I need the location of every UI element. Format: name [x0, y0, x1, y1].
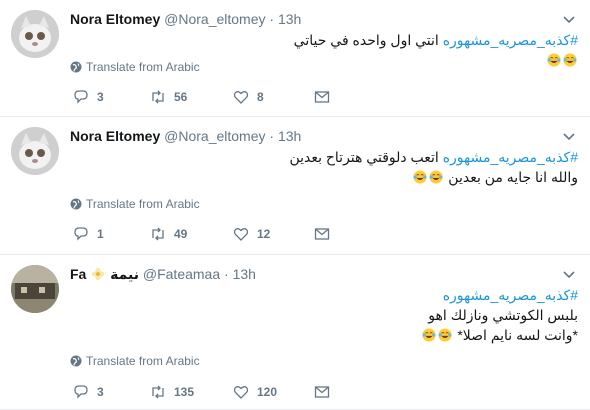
avatar[interactable]: [11, 265, 59, 313]
direct-message-icon: [314, 91, 330, 103]
display-name[interactable]: Nora Eltomey: [70, 11, 160, 27]
translate-label[interactable]: Translate from Arabic: [86, 354, 200, 368]
like-count: 12: [257, 227, 271, 241]
like-icon: [233, 228, 249, 241]
retweet-icon: [152, 90, 164, 104]
separator-dot: ·: [269, 128, 275, 144]
hashtag-link[interactable]: #كذبه_مصريه_مشهوره: [443, 287, 578, 303]
display-name[interactable]: Fa: [70, 266, 86, 282]
reply-icon: [74, 385, 88, 399]
tweet-header: Fa نيمة @Fateamaa · 13h: [70, 265, 256, 283]
username[interactable]: @Fateamaa: [143, 266, 220, 282]
face-with-tears-of-joy-emoji: [438, 328, 453, 342]
like-button[interactable]: 120: [233, 384, 277, 400]
reply-icon: [74, 90, 88, 104]
face-with-tears-of-joy-emoji: [429, 170, 443, 184]
tweet-text: #كذبه_مصريه_مشهوره بلبس الكوتشي ونازلك ا…: [278, 285, 578, 345]
avatar[interactable]: [11, 127, 59, 175]
retweet-button[interactable]: 49: [150, 226, 187, 242]
avatar[interactable]: [11, 10, 59, 58]
tweet-line-text: *وانت لسه نايم اصلا*: [457, 327, 578, 343]
tweet-line-text: اتعب دلوقتي هترتاح بعدين: [289, 149, 439, 165]
globe-icon: [70, 198, 82, 210]
like-count: 120: [257, 385, 278, 399]
reply-count: 1: [97, 227, 104, 241]
translate-link[interactable]: Translate from Arabic: [70, 60, 200, 74]
tweet[interactable]: Fa نيمة @Fateamaa · 13h #كذبه_مصريه_مشهو…: [0, 255, 590, 410]
tweet-header: Nora Eltomey @Nora_eltomey · 13h: [70, 10, 301, 28]
tweet[interactable]: Nora Eltomey @Nora_eltomey · 13h #كذبه_م…: [0, 0, 590, 117]
tweet-actions: 3 135 120: [70, 384, 340, 404]
tweet-line: بلبس الكوتشي ونازلك اهو: [278, 305, 578, 325]
tweet-actions: 1 49 12: [70, 226, 340, 246]
tweet-actions: 3 56 8: [70, 89, 340, 109]
retweet-button[interactable]: 135: [150, 384, 194, 400]
tweet-line: #كذبه_مصريه_مشهوره: [278, 285, 578, 305]
direct-message-button[interactable]: [314, 384, 330, 400]
reply-icon: [74, 227, 88, 241]
face-with-tears-of-joy-emoji: [563, 53, 577, 67]
tweet-line: والله انا جايه من بعدين: [278, 167, 578, 187]
translate-link[interactable]: Translate from Arabic: [70, 197, 200, 211]
translate-label[interactable]: Translate from Arabic: [86, 60, 200, 74]
tweet-line: *وانت لسه نايم اصلا*: [278, 325, 578, 345]
tweet[interactable]: Nora Eltomey @Nora_eltomey · 13h #كذبه_م…: [0, 117, 590, 255]
reply-button[interactable]: 1: [73, 226, 104, 242]
reply-count: 3: [97, 385, 104, 399]
face-with-tears-of-joy-emoji: [413, 170, 427, 184]
direct-message-button[interactable]: [314, 89, 330, 105]
username[interactable]: @Nora_eltomey: [164, 128, 265, 144]
retweet-count: 135: [174, 385, 195, 399]
like-button[interactable]: 8: [233, 89, 264, 105]
timestamp[interactable]: 13h: [278, 128, 301, 144]
like-count: 8: [257, 90, 264, 104]
tweet-line-text: بلبس الكوتشي ونازلك اهو: [428, 307, 578, 323]
tweet-line-text: انتي اول واحده في حياتي: [293, 32, 439, 48]
timestamp[interactable]: 13h: [278, 11, 301, 27]
translate-label[interactable]: Translate from Arabic: [86, 197, 200, 211]
direct-message-button[interactable]: [314, 226, 330, 242]
timestamp[interactable]: 13h: [233, 266, 256, 282]
tweet-header: Nora Eltomey @Nora_eltomey · 13h: [70, 127, 301, 145]
face-with-tears-of-joy-emoji: [547, 53, 561, 67]
globe-icon: [70, 61, 82, 73]
retweet-count: 49: [174, 227, 188, 241]
retweet-count: 56: [174, 90, 188, 104]
like-icon: [233, 386, 249, 399]
tweet-text: #كذبه_مصريه_مشهوره اتعب دلوقتي هترتاح بع…: [278, 147, 578, 187]
separator-dot: ·: [269, 11, 275, 27]
chevron-down-icon[interactable]: [562, 129, 576, 143]
direct-message-icon: [314, 386, 330, 398]
chevron-down-icon[interactable]: [562, 12, 576, 26]
face-with-tears-of-joy-emoji: [422, 328, 437, 342]
tweet-line-text: والله انا جايه من بعدين: [448, 169, 578, 185]
display-name-suffix[interactable]: نيمة: [110, 266, 139, 282]
retweet-icon: [152, 385, 164, 399]
reply-button[interactable]: 3: [73, 384, 104, 400]
retweet-icon: [152, 227, 164, 241]
reply-count: 3: [97, 90, 104, 104]
reply-button[interactable]: 3: [73, 89, 104, 105]
retweet-button[interactable]: 56: [150, 89, 187, 105]
direct-message-icon: [314, 228, 330, 240]
chevron-down-icon[interactable]: [562, 267, 576, 281]
display-name[interactable]: Nora Eltomey: [70, 128, 160, 144]
separator-dot: ·: [224, 266, 229, 282]
globe-icon: [70, 355, 82, 367]
tweet-line: #كذبه_مصريه_مشهوره انتي اول واحده في حيا…: [278, 30, 578, 70]
translate-link[interactable]: Translate from Arabic: [70, 354, 200, 368]
flower-emoji: [92, 267, 105, 281]
tweet-line: #كذبه_مصريه_مشهوره اتعب دلوقتي هترتاح بع…: [278, 147, 578, 167]
hashtag-link[interactable]: #كذبه_مصريه_مشهوره: [443, 149, 578, 165]
tweet-text: #كذبه_مصريه_مشهوره انتي اول واحده في حيا…: [278, 30, 578, 70]
like-icon: [233, 91, 249, 104]
username[interactable]: @Nora_eltomey: [164, 11, 265, 27]
hashtag-link[interactable]: #كذبه_مصريه_مشهوره: [443, 32, 578, 48]
like-button[interactable]: 12: [233, 226, 270, 242]
